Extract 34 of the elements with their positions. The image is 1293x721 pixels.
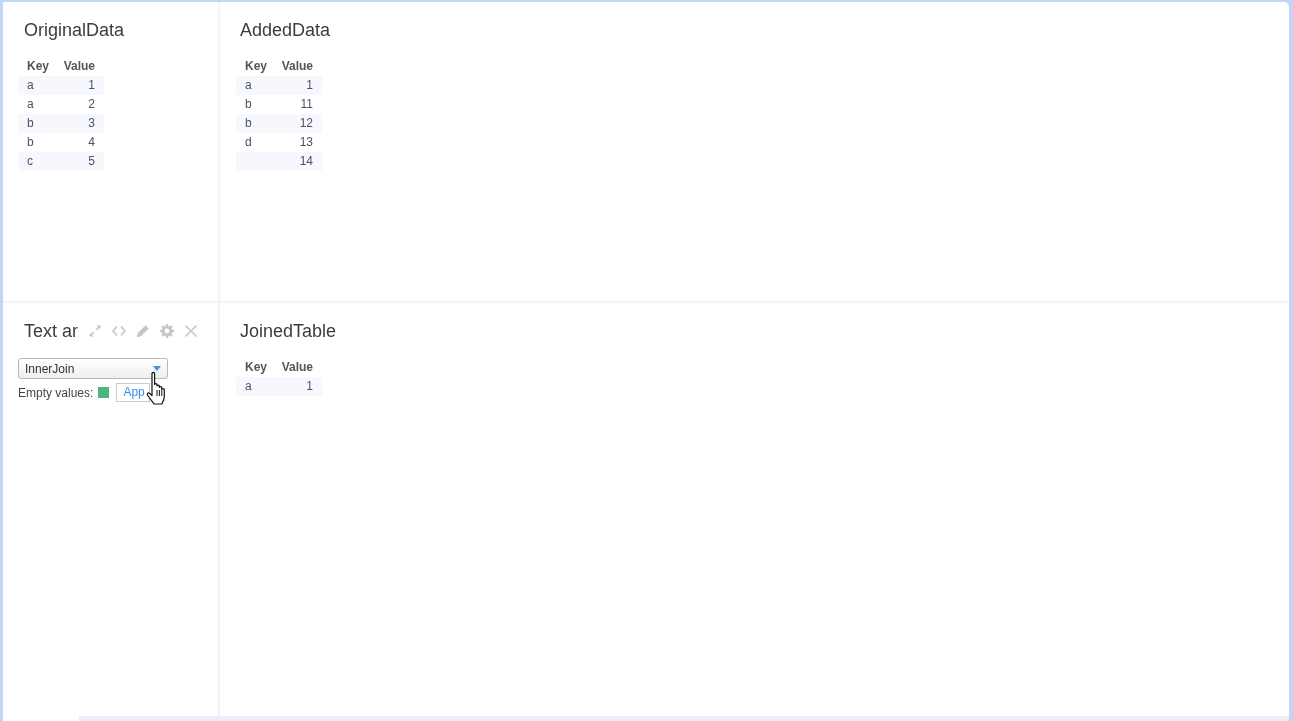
panel-title: OriginalData [23, 19, 126, 42]
table-cell: a [18, 76, 55, 95]
table-cell: 3 [55, 114, 104, 133]
close-icon[interactable] [184, 324, 199, 338]
table-cell: 1 [273, 76, 322, 95]
table-cell: 5 [55, 152, 104, 171]
join-type-dropdown[interactable]: InnerJoin [18, 358, 168, 379]
column-header: Key [244, 58, 268, 75]
table-cell: b [236, 114, 273, 133]
table-cell: 1 [273, 377, 322, 396]
column-header: Value [62, 58, 96, 75]
column-header: Value [280, 58, 314, 75]
color-swatch-icon[interactable] [98, 387, 110, 398]
scrollbar[interactable] [79, 716, 1289, 721]
table-cell: 1 [55, 76, 104, 95]
hand-cursor-icon [146, 371, 168, 407]
panel-title: AddedData [239, 19, 332, 42]
column-header: Key [244, 359, 268, 376]
expand-icon[interactable] [88, 324, 103, 338]
table-cell: c [18, 152, 55, 171]
panel-title: JoinedTable [239, 320, 338, 343]
table-cell: a [236, 377, 273, 396]
panel-title: Text ar [24, 320, 79, 343]
table-cell: 12 [273, 114, 322, 133]
pencil-icon[interactable] [136, 324, 151, 338]
settings-icon[interactable] [160, 324, 175, 338]
column-header: Key [26, 58, 50, 75]
apply-button[interactable]: App [116, 383, 150, 402]
table-cell: b [18, 114, 55, 133]
empty-values-label: Empty values: [18, 384, 94, 402]
table-cell: a [236, 76, 273, 95]
code-icon[interactable] [112, 324, 127, 338]
column-header: Value [280, 359, 314, 376]
table-cell: 14 [273, 152, 322, 171]
